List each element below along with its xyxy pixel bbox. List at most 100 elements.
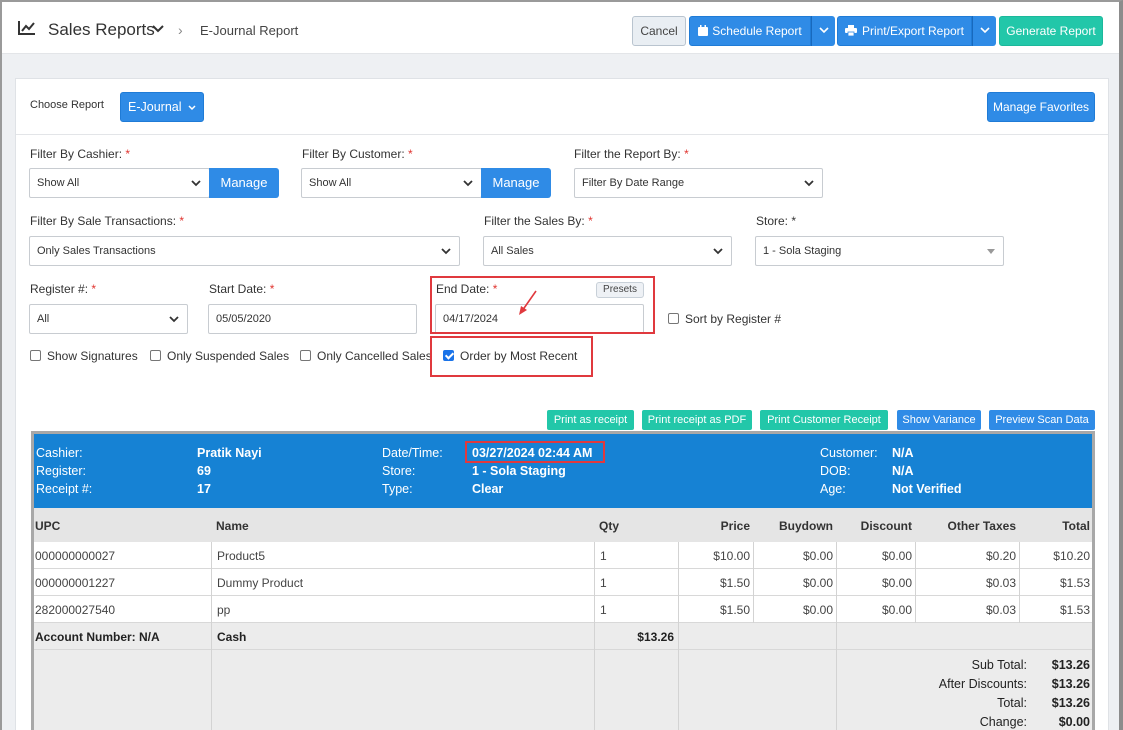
- chevron-down-icon[interactable]: [152, 24, 164, 34]
- print-customer-receipt-button[interactable]: Print Customer Receipt: [760, 410, 888, 430]
- cell-discount: $0.00: [881, 603, 912, 617]
- cell-discount: $0.00: [881, 549, 912, 563]
- only-cancelled-checkbox[interactable]: Only Cancelled Sales: [300, 349, 432, 363]
- cashier-label: Cashier:: [36, 446, 83, 460]
- line-chart-icon: [18, 21, 35, 35]
- cell-price: $10.00: [713, 549, 750, 563]
- change-value: $0.00: [1058, 715, 1090, 729]
- receipt-number-value: 17: [197, 482, 211, 496]
- column-header: Name: [216, 519, 249, 533]
- column-header: UPC: [35, 519, 61, 533]
- sort-by-register-checkbox[interactable]: Sort by Register #: [668, 312, 781, 326]
- print-export-button[interactable]: Print/Export Report: [837, 16, 972, 46]
- schedule-dropdown-toggle[interactable]: [811, 16, 835, 46]
- register-select-value: All: [37, 313, 50, 325]
- store-label: Store: *: [756, 214, 797, 228]
- customer-select[interactable]: Show All: [301, 168, 482, 198]
- show-signatures-checkbox[interactable]: Show Signatures: [30, 349, 138, 363]
- choose-report-value: E-Journal: [128, 100, 182, 114]
- cell-upc: 282000027540: [35, 603, 116, 617]
- sales-by-label: Filter the Sales By: *: [484, 214, 593, 228]
- cashier-select[interactable]: Show All: [29, 168, 210, 198]
- change-label: Change:: [979, 715, 1027, 729]
- cell-buydown: $0.00: [802, 603, 833, 617]
- choose-report-dropdown[interactable]: E-Journal: [120, 92, 204, 122]
- cell-upc: 000000000027: [35, 549, 116, 563]
- breadcrumb-separator-icon: ›: [178, 22, 183, 38]
- sale-transactions-select[interactable]: Only Sales Transactions: [29, 236, 460, 266]
- print-export-dropdown-toggle[interactable]: [972, 16, 996, 46]
- printer-icon: [844, 25, 857, 37]
- sales-by-select[interactable]: All Sales: [483, 236, 732, 266]
- table-row: 000000001227 Dummy Product 1 $1.50 $0.00…: [34, 569, 1092, 596]
- column-divider: [594, 542, 595, 730]
- cell-total: $1.53: [1059, 576, 1090, 590]
- page-title: Sales Reports: [48, 20, 155, 39]
- only-suspended-checkbox[interactable]: Only Suspended Sales: [150, 349, 289, 363]
- show-variance-button[interactable]: Show Variance: [897, 410, 981, 430]
- chevron-down-icon: [980, 27, 990, 34]
- end-date-highlight: [430, 276, 655, 334]
- sub-total-value: $13.26: [1051, 658, 1090, 672]
- cell-total: $1.53: [1059, 603, 1090, 617]
- print-as-receipt-button[interactable]: Print as receipt: [547, 410, 634, 430]
- register-value: 69: [197, 464, 211, 478]
- cell-other-taxes: $0.03: [985, 576, 1016, 590]
- print-receipt-pdf-button[interactable]: Print receipt as PDF: [642, 410, 752, 430]
- column-divider: [1019, 542, 1020, 623]
- tender-type: Cash: [217, 630, 247, 644]
- cashier-select-value: Show All: [37, 177, 80, 189]
- show-signatures-label: Show Signatures: [47, 349, 138, 363]
- cell-total: $10.20: [1053, 549, 1090, 563]
- chevron-down-icon: [463, 180, 473, 187]
- after-discounts-value: $13.26: [1051, 677, 1090, 691]
- cancel-button[interactable]: Cancel: [632, 16, 686, 46]
- schedule-report-button[interactable]: Schedule Report: [689, 16, 811, 46]
- type-label: Type:: [382, 482, 413, 496]
- cell-name: Dummy Product: [217, 576, 304, 590]
- sale-transactions-label: Filter By Sale Transactions: *: [30, 214, 185, 228]
- sort-by-register-label: Sort by Register #: [685, 312, 782, 326]
- customer-value: N/A: [892, 446, 914, 460]
- calendar-icon: [698, 25, 709, 36]
- cell-qty: 1: [600, 549, 607, 563]
- start-date-input[interactable]: 05/05/2020: [208, 304, 417, 334]
- store-select-value: 1 - Sola Staging: [763, 245, 842, 257]
- divider: [16, 134, 1108, 135]
- store-value: 1 - Sola Staging: [472, 464, 566, 478]
- sales-by-value: All Sales: [491, 245, 534, 257]
- customer-select-value: Show All: [309, 177, 352, 189]
- total-value: $13.26: [1051, 696, 1090, 710]
- cell-qty: 1: [600, 603, 607, 617]
- column-divider: [211, 542, 212, 730]
- checkbox-box: [150, 350, 161, 361]
- checkbox-box: [30, 350, 41, 361]
- schedule-report-label: Schedule Report: [712, 24, 802, 38]
- store-select[interactable]: 1 - Sola Staging: [755, 236, 1004, 266]
- preview-scan-data-button[interactable]: Preview Scan Data: [989, 410, 1095, 430]
- report-by-label: Filter the Report By: *: [574, 147, 689, 161]
- datetime-label: Date/Time:: [382, 446, 443, 460]
- column-divider: [915, 542, 916, 623]
- manage-customer-button[interactable]: Manage: [481, 168, 551, 198]
- column-header: Qty: [599, 519, 620, 533]
- column-divider: [753, 542, 754, 623]
- cell-qty: 1: [600, 576, 607, 590]
- only-cancelled-label: Only Cancelled Sales: [317, 349, 432, 363]
- manage-cashier-button[interactable]: Manage: [209, 168, 279, 198]
- register-select[interactable]: All: [29, 304, 188, 334]
- register-label: Register #: *: [30, 282, 97, 296]
- choose-report-label: Choose Report: [30, 99, 104, 111]
- report-by-select[interactable]: Filter By Date Range: [574, 168, 823, 198]
- manage-favorites-button[interactable]: Manage Favorites: [987, 92, 1095, 122]
- cell-price: $1.50: [719, 603, 750, 617]
- age-label: Age:: [820, 482, 846, 496]
- chevron-down-icon: [804, 180, 814, 187]
- generate-report-button[interactable]: Generate Report: [999, 16, 1103, 46]
- type-value: Clear: [472, 482, 504, 496]
- store-label: Store:: [382, 464, 416, 478]
- tender-row: Account Number: N/A Cash $13.26: [34, 623, 1092, 650]
- column-header: Price: [720, 519, 750, 533]
- report-card: Choose Report E-Journal Manage Favorites…: [15, 78, 1109, 730]
- cell-other-taxes: $0.03: [985, 603, 1016, 617]
